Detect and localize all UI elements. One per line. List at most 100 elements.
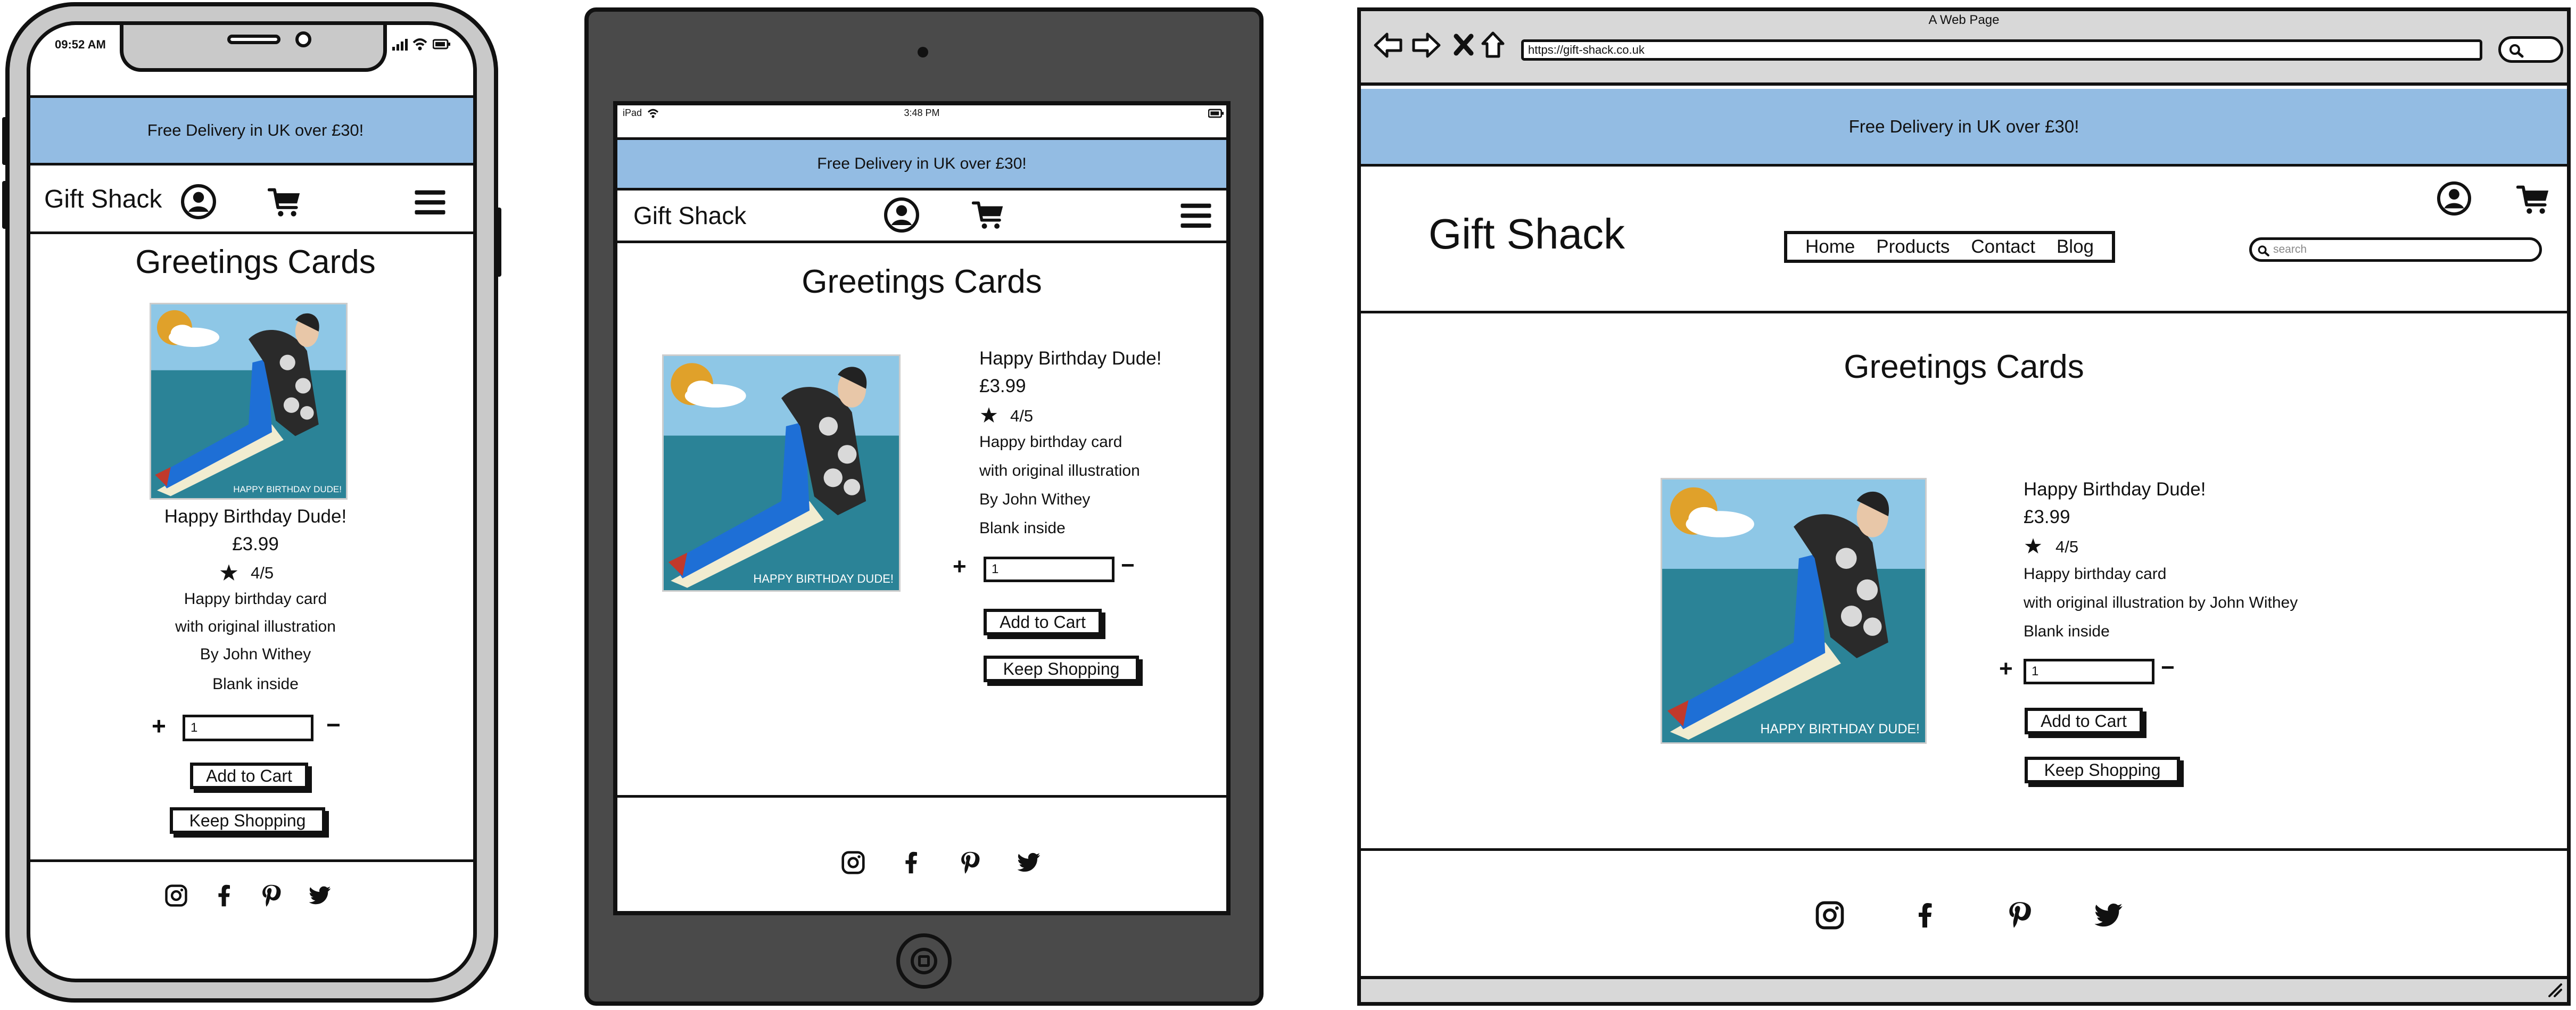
- phone-page-title: Greetings Cards: [135, 244, 376, 280]
- menu-icon[interactable]: [414, 186, 447, 219]
- search-icon: [2509, 44, 2524, 58]
- twitter-icon[interactable]: [308, 884, 333, 906]
- nav-contact[interactable]: Contact: [1971, 236, 2035, 258]
- tablet-screen: iPad 3:48 PM Free Delivery in UK over £3…: [613, 101, 1231, 915]
- desktop-brand-logo[interactable]: Gift Shack: [1429, 210, 1625, 259]
- tablet-home-button[interactable]: [896, 933, 952, 989]
- tablet-keep-shopping-button[interactable]: Keep Shopping: [984, 656, 1139, 682]
- desktop-desc-line1: Happy birthday card: [2024, 565, 2167, 583]
- phone-product-price: £3.99: [232, 534, 279, 554]
- address-bar-url: https://gift-shack.co.uk: [1528, 43, 1645, 56]
- nav-products[interactable]: Products: [1876, 236, 1950, 258]
- back-arrow-icon[interactable]: [1373, 32, 1403, 59]
- battery-icon: [1208, 109, 1224, 118]
- phone-desc-line2: with original illustration: [175, 618, 336, 635]
- phone-desc-blank: Blank inside: [212, 675, 299, 693]
- desktop-keep-shopping-button[interactable]: Keep Shopping: [2025, 757, 2180, 783]
- desktop-search-placeholder: search: [2273, 243, 2307, 255]
- cart-icon[interactable]: [2516, 183, 2550, 217]
- desktop-product-rating: 4/5: [2055, 537, 2079, 556]
- twitter-icon[interactable]: [1017, 850, 1042, 874]
- phone-screen: 09:52 AM Free Delivery in UK over £30! G…: [27, 21, 477, 982]
- desktop-product-price: £3.99: [2024, 507, 2070, 527]
- wifi-icon: [412, 38, 427, 51]
- browser-search-button[interactable]: [2498, 36, 2563, 63]
- phone-desc-line1: Happy birthday card: [184, 590, 327, 608]
- star-icon: [2025, 537, 2042, 554]
- facebook-icon[interactable]: [899, 849, 923, 876]
- phone-product-rating: 4/5: [251, 564, 274, 582]
- menu-icon[interactable]: [1179, 199, 1212, 232]
- phone-promo-text: Free Delivery in UK over £30!: [147, 121, 364, 139]
- desktop-qty-minus[interactable]: −: [2161, 655, 2175, 681]
- desktop-search-input[interactable]: search: [2249, 237, 2542, 262]
- phone-brand-logo[interactable]: Gift Shack: [44, 185, 162, 214]
- facebook-icon[interactable]: [212, 883, 236, 908]
- pinterest-icon[interactable]: [2005, 898, 2033, 931]
- cart-icon[interactable]: [972, 199, 1005, 232]
- desktop-add-to-cart-button[interactable]: Add to Cart: [2025, 708, 2143, 734]
- phone-product-image[interactable]: HAPPY BIRTHDAY DUDE!: [150, 303, 348, 500]
- tablet-page-title: Greetings Cards: [802, 263, 1042, 300]
- tablet-desc-blank: Blank inside: [979, 519, 1066, 537]
- tablet-promo-text: Free Delivery in UK over £30!: [817, 155, 1027, 172]
- tablet-product-rating: 4/5: [1010, 407, 1034, 425]
- desktop-page-title: Greetings Cards: [1844, 349, 2084, 385]
- forward-arrow-icon[interactable]: [1411, 32, 1441, 59]
- tablet-quantity-value: 1: [992, 562, 999, 576]
- desktop-quantity-value: 1: [2032, 664, 2039, 678]
- close-icon[interactable]: [1453, 33, 1474, 56]
- desktop-product-image[interactable]: HAPPY BIRTHDAY DUDE!: [1661, 478, 1927, 744]
- pinterest-icon[interactable]: [958, 849, 981, 876]
- pinterest-icon[interactable]: [259, 883, 283, 908]
- phone-keep-shopping-button[interactable]: Keep Shopping: [170, 807, 325, 834]
- desktop-nav: Home Products Contact Blog: [1784, 231, 2115, 263]
- signal-icon: [392, 39, 408, 51]
- desktop-quantity-input[interactable]: 1: [2024, 659, 2154, 684]
- desktop-qty-plus[interactable]: +: [1999, 656, 2013, 682]
- tablet-quantity-input[interactable]: 1: [984, 557, 1114, 582]
- account-icon[interactable]: [180, 184, 217, 220]
- nav-home[interactable]: Home: [1805, 236, 1855, 258]
- address-bar[interactable]: https://gift-shack.co.uk: [1521, 39, 2482, 61]
- nav-blog[interactable]: Blog: [2057, 236, 2094, 258]
- phone-quantity-input[interactable]: 1: [183, 715, 313, 741]
- desktop-desc-blank: Blank inside: [2024, 623, 2110, 640]
- tablet-desc-line1: Happy birthday card: [979, 433, 1122, 451]
- account-icon[interactable]: [884, 197, 920, 233]
- tablet-promo-banner: Free Delivery in UK over £30!: [617, 137, 1226, 191]
- tablet-brand-logo[interactable]: Gift Shack: [633, 201, 746, 230]
- instagram-icon[interactable]: [841, 850, 865, 875]
- tablet-image-caption: HAPPY BIRTHDAY DUDE!: [753, 572, 894, 585]
- account-icon[interactable]: [2437, 181, 2472, 216]
- tablet-qty-plus[interactable]: +: [953, 553, 967, 580]
- phone-speaker: [227, 35, 280, 44]
- phone-desc-author: By John Withey: [200, 645, 311, 663]
- resize-grip-icon[interactable]: [2544, 979, 2563, 998]
- facebook-icon[interactable]: [1912, 899, 1938, 931]
- phone-add-to-cart-button[interactable]: Add to Cart: [190, 763, 308, 789]
- desktop-header-divider: [1361, 311, 2567, 313]
- browser-window-title: A Web Page: [1928, 13, 2000, 27]
- tablet-status-time: 3:48 PM: [904, 107, 940, 118]
- instagram-icon[interactable]: [1815, 900, 1845, 930]
- phone-status-time: 09:52 AM: [55, 38, 106, 51]
- tablet-qty-minus[interactable]: −: [1121, 552, 1135, 579]
- tablet-product-price: £3.99: [979, 376, 1026, 396]
- phone-qty-minus[interactable]: −: [326, 710, 341, 739]
- tablet-product-image[interactable]: HAPPY BIRTHDAY DUDE!: [662, 354, 901, 592]
- home-icon[interactable]: [1481, 31, 1505, 59]
- instagram-icon[interactable]: [164, 884, 188, 907]
- tablet-camera: [918, 47, 928, 57]
- tablet-header-divider: [617, 241, 1226, 243]
- phone-qty-plus[interactable]: +: [152, 711, 166, 740]
- star-icon: [980, 407, 997, 424]
- search-icon: [2258, 245, 2269, 256]
- browser-statusbar: [1361, 976, 2567, 1002]
- twitter-icon[interactable]: [2093, 900, 2126, 929]
- phone-image-caption: HAPPY BIRTHDAY DUDE!: [233, 484, 342, 494]
- tablet-desc-author: By John Withey: [979, 491, 1091, 508]
- battery-icon: [433, 39, 451, 49]
- tablet-add-to-cart-button[interactable]: Add to Cart: [984, 609, 1102, 635]
- cart-icon[interactable]: [268, 186, 302, 220]
